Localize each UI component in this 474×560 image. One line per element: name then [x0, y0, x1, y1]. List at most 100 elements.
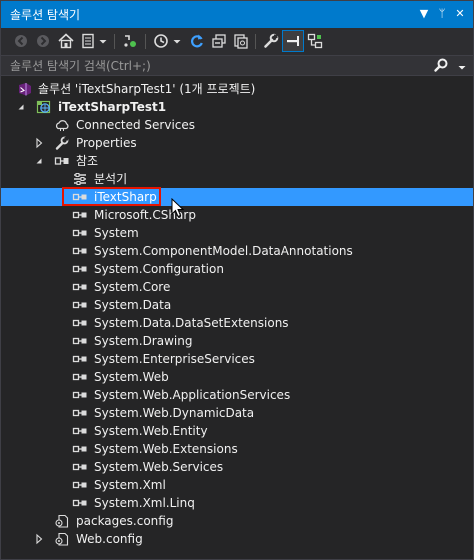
tree-item[interactable]: Connected Services [1, 116, 473, 134]
solution-explorer-window: 솔루션 탐색기 ▼ ᛘ ✕ 솔루션 탐색기 검색(Ctrl+;) 솔루션 'iT… [0, 0, 474, 560]
tree-item[interactable]: System.Core [1, 278, 473, 296]
tree-item-label: 분석기 [94, 172, 128, 186]
tree-item[interactable]: System.Web [1, 368, 473, 386]
tree-item[interactable]: System.Web.Services [1, 458, 473, 476]
solution-icon [17, 81, 33, 97]
refresh-icon [191, 34, 203, 48]
tree-item-label: System.Web.Entity [94, 424, 208, 438]
history-dropdown[interactable] [171, 31, 183, 51]
switch-views-button[interactable] [78, 31, 98, 51]
tree-item-label: System.Web.Extensions [94, 442, 238, 456]
analyzer-icon [72, 171, 88, 187]
tree-item[interactable]: System.Data [1, 296, 473, 314]
connected-services-icon [54, 117, 70, 133]
references-icon [54, 153, 70, 169]
search-icon [434, 58, 448, 72]
expanded-arrow-icon [36, 158, 42, 164]
collapsed-arrow-icon [36, 137, 43, 149]
search-button[interactable] [433, 57, 449, 77]
show-all-files-button[interactable] [231, 31, 251, 51]
tree-item[interactable]: System.Configuration [1, 260, 473, 278]
tree-item[interactable]: 분석기 [1, 170, 473, 188]
tree-item[interactable]: Microsoft.CSharp [1, 206, 473, 224]
forward-icon [37, 35, 49, 47]
tree-item-label: System.Data.DataSetExtensions [94, 316, 289, 330]
tree-item[interactable]: System.Web.Entity [1, 422, 473, 440]
history-button[interactable] [151, 31, 171, 51]
toolbar [1, 28, 473, 56]
tree-item-label: iTextSharp [94, 190, 157, 204]
tree-item[interactable]: System [1, 224, 473, 242]
back-button[interactable] [11, 31, 31, 51]
reference-icon [72, 189, 88, 205]
chevron-down-icon [173, 40, 181, 44]
tree-item-label: System.Drawing [94, 334, 193, 348]
reference-icon [72, 243, 88, 259]
wrench-icon [264, 33, 279, 48]
pending-changes-filter-button[interactable] [120, 31, 140, 51]
tree-item-label: System.Web [94, 370, 169, 384]
solution-tree: 솔루션 'iTextSharpTest1' (1개 프로젝트) iTextShar… [1, 80, 473, 548]
toolbar-separator [145, 34, 146, 49]
reference-icon [72, 261, 88, 277]
chevron-down-icon [99, 40, 107, 44]
reference-icon [72, 495, 88, 511]
search-options-dropdown[interactable] [457, 59, 467, 78]
tree-item[interactable]: System.Xml.Linq [1, 494, 473, 512]
search-input[interactable] [1, 56, 431, 75]
reference-icon [72, 297, 88, 313]
tree-item[interactable]: System.Data.DataSetExtensions [1, 314, 473, 332]
close-button[interactable]: ✕ [451, 4, 469, 24]
tree-item[interactable]: System.Drawing [1, 332, 473, 350]
forward-button[interactable] [33, 31, 53, 51]
class-diagram-icon [307, 33, 323, 49]
tree-item-label: System.EnterpriseServices [94, 352, 255, 366]
reference-icon [72, 477, 88, 493]
tree-item[interactable]: System.EnterpriseServices [1, 350, 473, 368]
tree-item[interactable]: iTextSharpTest1 [1, 98, 473, 116]
config-file-icon [54, 531, 70, 547]
tree-item-label: iTextSharpTest1 [58, 100, 167, 114]
expand-toggle[interactable] [34, 530, 44, 548]
collapse-all-button[interactable] [209, 31, 229, 51]
reference-icon [72, 207, 88, 223]
views-dropdown[interactable] [97, 31, 109, 51]
tree-item-label: System.ComponentModel.DataAnnotations [94, 244, 353, 258]
chevron-down-icon [458, 66, 466, 70]
window-menu-button[interactable]: ▼ [415, 4, 433, 24]
tree-item[interactable]: Web.config [1, 530, 473, 548]
reference-icon [72, 459, 88, 475]
tree-item[interactable]: System.ComponentModel.DataAnnotations [1, 242, 473, 260]
home-button[interactable] [56, 31, 76, 51]
tree-item-label: Properties [76, 136, 137, 150]
pin-button[interactable]: ᛘ [433, 4, 451, 24]
tree-item[interactable]: System.Web.Extensions [1, 440, 473, 458]
class-view-button[interactable] [305, 31, 325, 51]
reference-icon [72, 405, 88, 421]
tree-item-label: System.Xml [94, 478, 166, 492]
title-bar[interactable]: 솔루션 탐색기 ▼ ᛘ ✕ [1, 1, 473, 28]
window-title: 솔루션 탐색기 [10, 8, 81, 22]
tree-item[interactable]: System.Web.ApplicationServices [1, 386, 473, 404]
tree-item[interactable]: 솔루션 'iTextSharpTest1' (1개 프로젝트) [1, 80, 473, 98]
tree-item-label: System.Web.DynamicData [94, 406, 255, 420]
tree-item[interactable]: packages.config [1, 512, 473, 530]
home-icon [58, 33, 74, 49]
tree-item-label: System [94, 226, 139, 240]
back-icon [15, 35, 27, 47]
expand-toggle[interactable] [34, 152, 44, 170]
expand-toggle[interactable] [34, 134, 44, 152]
properties-button[interactable] [261, 31, 281, 51]
tree-item[interactable]: 참조 [1, 152, 473, 170]
tree-item[interactable]: System.Web.DynamicData [1, 404, 473, 422]
tree-item[interactable]: iTextSharp [1, 188, 473, 206]
preview-selected-items-button[interactable] [282, 30, 304, 52]
tree-item[interactable]: System.Xml [1, 476, 473, 494]
tree-item[interactable]: Properties [1, 134, 473, 152]
reference-icon [72, 225, 88, 241]
show-all-files-icon [234, 34, 248, 49]
expand-toggle[interactable] [16, 98, 26, 116]
reference-icon [72, 441, 88, 457]
tree-item-label: Connected Services [76, 118, 196, 132]
refresh-button[interactable] [187, 31, 207, 51]
